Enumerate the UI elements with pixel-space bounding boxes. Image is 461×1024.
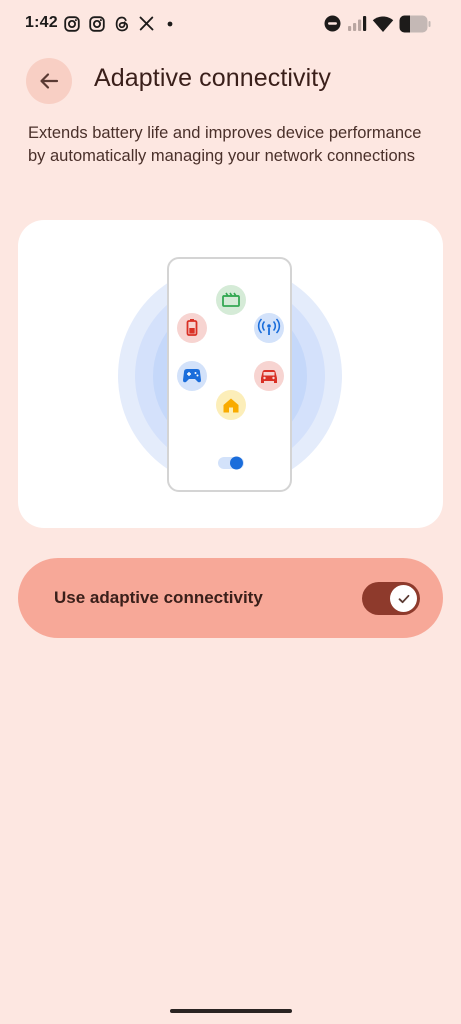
dot-icon: [167, 21, 173, 27]
page-title: Adaptive connectivity: [94, 64, 331, 92]
signal-icon: [348, 16, 367, 31]
mini-toggle-icon: [218, 456, 244, 470]
gamepad-icon: [177, 361, 207, 391]
battery-icon: [399, 15, 431, 33]
antenna-icon: [254, 313, 284, 343]
arrow-left-icon: [40, 73, 59, 89]
status-bar: 1:42: [0, 0, 461, 50]
car-icon: [254, 361, 284, 391]
adaptive-connectivity-toggle-row[interactable]: Use adaptive connectivity: [18, 558, 443, 638]
page-description: Extends battery life and improves device…: [28, 124, 422, 165]
battery-icon: [177, 313, 207, 343]
home-indicator[interactable]: [170, 1009, 292, 1013]
check-icon: [398, 594, 409, 603]
status-time: 1:42: [25, 14, 58, 31]
wifi-icon: [372, 16, 394, 32]
switch-thumb: [390, 585, 417, 612]
instagram-icon: [89, 16, 105, 32]
do-not-disturb-icon: [324, 15, 341, 32]
illustration-card: [18, 220, 443, 528]
toggle-label: Use adaptive connectivity: [54, 588, 263, 607]
x-icon: [139, 16, 154, 31]
home-icon: [216, 390, 246, 420]
clapperboard-icon: [216, 285, 246, 315]
threads-icon: [115, 16, 129, 32]
instagram-icon: [64, 16, 80, 32]
back-button[interactable]: [26, 58, 72, 104]
adaptive-connectivity-illustration: [118, 257, 342, 492]
adaptive-connectivity-switch[interactable]: [362, 582, 420, 615]
